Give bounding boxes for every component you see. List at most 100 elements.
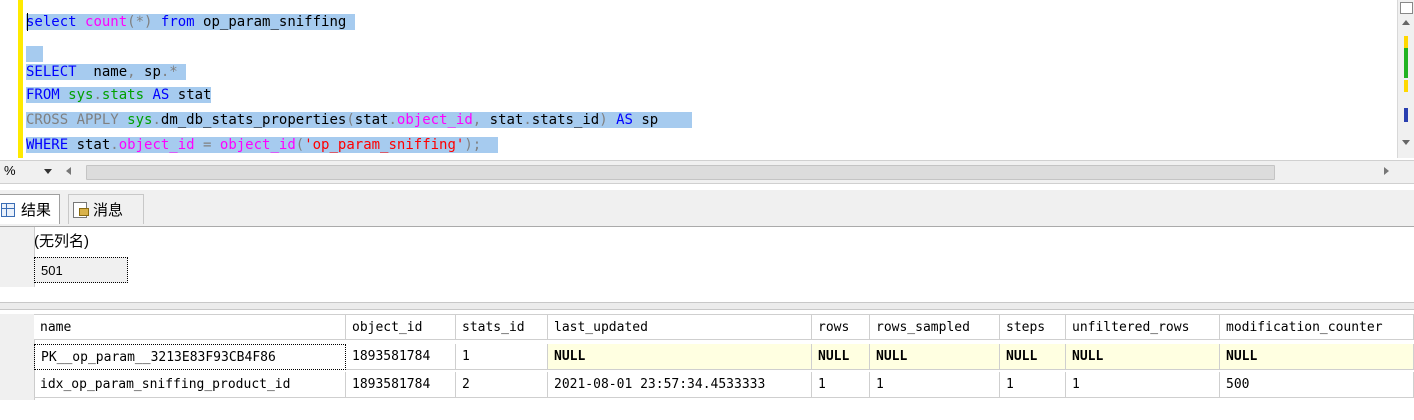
tab-results[interactable]: 结果 [0,194,60,224]
code-token: .* [160,64,178,80]
column-header-rows[interactable]: rows [812,314,870,340]
query-editor[interactable]: select count(*) from op_param_sniffing S… [0,0,1414,158]
editor-vertical-scrollbar[interactable] [1397,0,1414,158]
result-grid-2[interactable]: name object_id stats_id last_updated rows row… [0,314,1414,420]
scroll-up-icon[interactable] [1402,20,1410,25]
code-token: op_param_sniffing [194,14,355,30]
code-token: AS [616,112,633,128]
grid-cell[interactable]: 1893581784 [346,372,456,398]
code-token: stat [354,112,389,128]
code-token: FROM [26,87,69,103]
code-token: stat [177,87,212,103]
result-cell[interactable]: 501 [34,257,128,283]
selected-text [26,46,43,62]
code-token: object_id [118,137,195,153]
code-token: SELECT [26,64,77,80]
code-token: from [160,14,195,30]
code-token: stats [101,87,145,103]
grid-cell[interactable]: 1 [1066,372,1220,398]
code-token: sys [68,87,94,103]
selected-text: WHERE stat.object_id = object_id('op_par… [26,137,499,153]
editor-gutter [0,0,23,158]
code-line[interactable]: WHERE stat.object_id = object_id('op_par… [26,135,499,155]
code-token: sp [144,64,161,80]
code-token: count [85,14,128,30]
column-header[interactable]: (无列名) [34,230,89,254]
grid-icon [1,202,15,217]
split-icon[interactable] [1400,2,1413,14]
column-header-name[interactable]: name [34,314,346,340]
scroll-marker [1404,48,1408,78]
result-grid-1[interactable]: (无列名) 501 [0,227,1414,301]
grid-cell[interactable]: 2 [456,372,548,398]
chevron-down-icon[interactable] [44,169,52,174]
code-token: stats_id [531,112,600,128]
grid-cell[interactable]: 1 [812,372,870,398]
messages-icon [73,201,89,218]
row-header-column [0,314,35,400]
grid-cell[interactable]: 1 [456,344,548,370]
column-header-unfiltered-rows[interactable]: unfiltered_rows [1066,314,1220,340]
grid-cell[interactable]: NULL [1220,344,1414,370]
code-line[interactable]: select count(*) from op_param_sniffing [26,12,355,32]
column-header-object-id[interactable]: object_id [346,314,456,340]
scroll-marker [1404,108,1408,122]
grid-cell[interactable]: NULL [812,344,870,370]
grid-cell[interactable]: 2021-08-01 23:57:34.4533333 [548,372,812,398]
code-token: . [152,112,161,128]
code-token: ); [464,137,499,153]
code-token: ) [599,112,617,128]
zoom-scroll-bar: % [0,160,1414,184]
code-token: . [388,112,397,128]
code-token: select [26,14,86,30]
code-token: , [472,112,490,128]
scroll-marker [1404,36,1408,48]
grid-cell[interactable]: PK__op_param__3213E83F93CB4F86 [34,344,346,370]
code-line[interactable]: CROSS APPLY sys.dm_db_stats_properties(s… [26,110,692,130]
code-line[interactable] [26,44,43,64]
tab-messages-label: 消息 [93,202,124,219]
tab-results-label: 结果 [21,202,52,219]
code-line[interactable]: FROM sys.stats AS stat [26,85,212,105]
selected-text: SELECT name, sp.* [26,64,187,80]
code-token: dm_db_stats_properties [160,112,347,128]
grid-cell[interactable]: NULL [548,344,812,370]
code-token: stat [76,137,111,153]
zoom-level[interactable]: % [4,163,16,178]
results-tabstrip: 结果 消息 [0,190,1414,227]
code-token: name [76,64,128,80]
code-token: ( [295,137,305,153]
horizontal-scroll-thumb[interactable] [86,165,1275,180]
column-header-steps[interactable]: steps [1000,314,1066,340]
column-header-modification-counter[interactable]: modification_counter [1220,314,1414,340]
scroll-down-icon[interactable] [1402,140,1410,145]
code-token: sp [632,112,692,128]
column-header-stats-id[interactable]: stats_id [456,314,548,340]
scroll-left-icon[interactable] [66,167,71,175]
code-token: WHERE [26,137,77,153]
grid-cell[interactable]: 500 [1220,372,1414,398]
code-line[interactable]: SELECT name, sp.* [26,62,187,82]
column-header-rows-sampled[interactable]: rows_sampled [870,314,1000,340]
scroll-marker [1404,80,1408,92]
code-token: AS [144,87,178,103]
text-caret [27,13,28,31]
grid-cell[interactable]: NULL [1000,344,1066,370]
grid-cell[interactable]: NULL [1066,344,1220,370]
code-token: CROSS APPLY [26,112,128,128]
code-token: sys [127,112,153,128]
scroll-right-icon[interactable] [1384,167,1389,175]
grid-cell[interactable]: NULL [870,344,1000,370]
grid-cell[interactable]: 1 [870,372,1000,398]
grid-splitter[interactable] [0,302,1414,310]
row-header-column [0,227,35,287]
grid-cell[interactable]: 1 [1000,372,1066,398]
column-header-last-updated[interactable]: last_updated [548,314,812,340]
grid-cell[interactable]: idx_op_param_sniffing_product_id [34,372,346,398]
tab-messages[interactable]: 消息 [68,194,144,224]
selected-text: FROM sys.stats AS stat [26,87,212,103]
code-token: = [194,137,220,153]
grid-cell[interactable]: 1893581784 [346,344,456,370]
